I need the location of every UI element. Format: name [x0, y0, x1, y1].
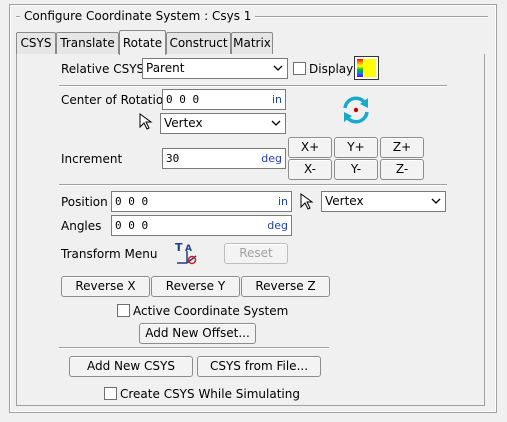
display-checkbox[interactable] [293, 62, 306, 75]
active-coordinate-system-label: Active Coordinate System [133, 304, 289, 318]
transform-menu-icon[interactable]: T A [174, 240, 200, 266]
create-csys-while-simulating-checkbox[interactable] [104, 387, 117, 400]
rotate-y-plus-button[interactable]: Y+ [334, 137, 378, 158]
center-of-rotation-label: Center of Rotation [61, 93, 171, 107]
add-new-offset-button[interactable]: Add New Offset... [139, 323, 256, 344]
separator [59, 85, 447, 87]
group-title: Configure Coordinate System : Csys 1 [20, 8, 256, 24]
active-coordinate-system-checkbox[interactable] [117, 304, 130, 317]
center-pick-value: Vertex [164, 116, 203, 130]
relative-csys-select[interactable]: Parent [142, 58, 288, 79]
increment-input[interactable]: 30 deg [162, 148, 286, 169]
separator [59, 184, 447, 186]
chevron-down-icon [431, 198, 441, 204]
rotate-x-plus-button[interactable]: X+ [288, 137, 332, 158]
svg-text:T: T [175, 241, 183, 254]
position-pick-value: Vertex [325, 194, 364, 208]
reverse-x-button[interactable]: Reverse X [61, 276, 150, 297]
tab-translate[interactable]: Translate [56, 32, 119, 54]
color-swatch-button[interactable] [354, 56, 379, 80]
chevron-down-icon [273, 65, 283, 71]
position-label: Position [61, 195, 108, 209]
pick-cursor-icon[interactable] [299, 192, 319, 212]
angles-input[interactable]: 0 0 0 deg [111, 215, 292, 236]
tab-csys[interactable]: CSYS [16, 32, 56, 54]
center-value: 0 0 0 [166, 93, 200, 106]
center-unit: in [271, 93, 282, 106]
relative-csys-value: Parent [146, 61, 185, 75]
reset-button[interactable]: Reset [224, 243, 288, 264]
add-new-csys-button[interactable]: Add New CSYS [69, 356, 193, 377]
pick-cursor-icon[interactable] [138, 112, 158, 132]
rotate-icon[interactable] [339, 94, 373, 126]
position-unit: in [277, 195, 288, 208]
display-label: Display [309, 62, 354, 76]
rotate-x-minus-button[interactable]: X- [288, 159, 332, 180]
angles-unit: deg [267, 219, 288, 232]
transform-menu-label: Transform Menu [61, 247, 158, 261]
reverse-y-button[interactable]: Reverse Y [151, 276, 240, 297]
tab-rotate[interactable]: Rotate [119, 30, 166, 55]
color-swatch [364, 59, 376, 77]
tab-matrix[interactable]: Matrix [231, 32, 273, 54]
angles-value: 0 0 0 [115, 219, 149, 232]
rotate-z-minus-button[interactable]: Z- [380, 159, 424, 180]
csys-from-file-button[interactable]: CSYS from File... [197, 356, 321, 377]
center-pick-select[interactable]: Vertex [160, 113, 286, 134]
position-pick-select[interactable]: Vertex [321, 191, 446, 212]
separator [59, 347, 329, 349]
center-of-rotation-input[interactable]: 0 0 0 in [162, 89, 286, 110]
position-input[interactable]: 0 0 0 in [111, 191, 292, 212]
create-csys-while-simulating-label: Create CSYS While Simulating [120, 387, 300, 401]
angles-label: Angles [61, 219, 102, 233]
position-value: 0 0 0 [115, 195, 149, 208]
rotate-y-minus-button[interactable]: Y- [334, 159, 378, 180]
relative-csys-label: Relative CSYS [61, 62, 145, 76]
tab-construct[interactable]: Construct [166, 32, 231, 54]
rotate-z-plus-button[interactable]: Z+ [380, 137, 424, 158]
chevron-down-icon [271, 120, 281, 126]
svg-text:A: A [185, 244, 192, 254]
increment-unit: deg [261, 152, 282, 165]
increment-label: Increment [61, 152, 123, 166]
color-spectrum-icon [357, 59, 363, 77]
increment-value: 30 [166, 152, 180, 165]
reverse-z-button[interactable]: Reverse Z [241, 276, 330, 297]
